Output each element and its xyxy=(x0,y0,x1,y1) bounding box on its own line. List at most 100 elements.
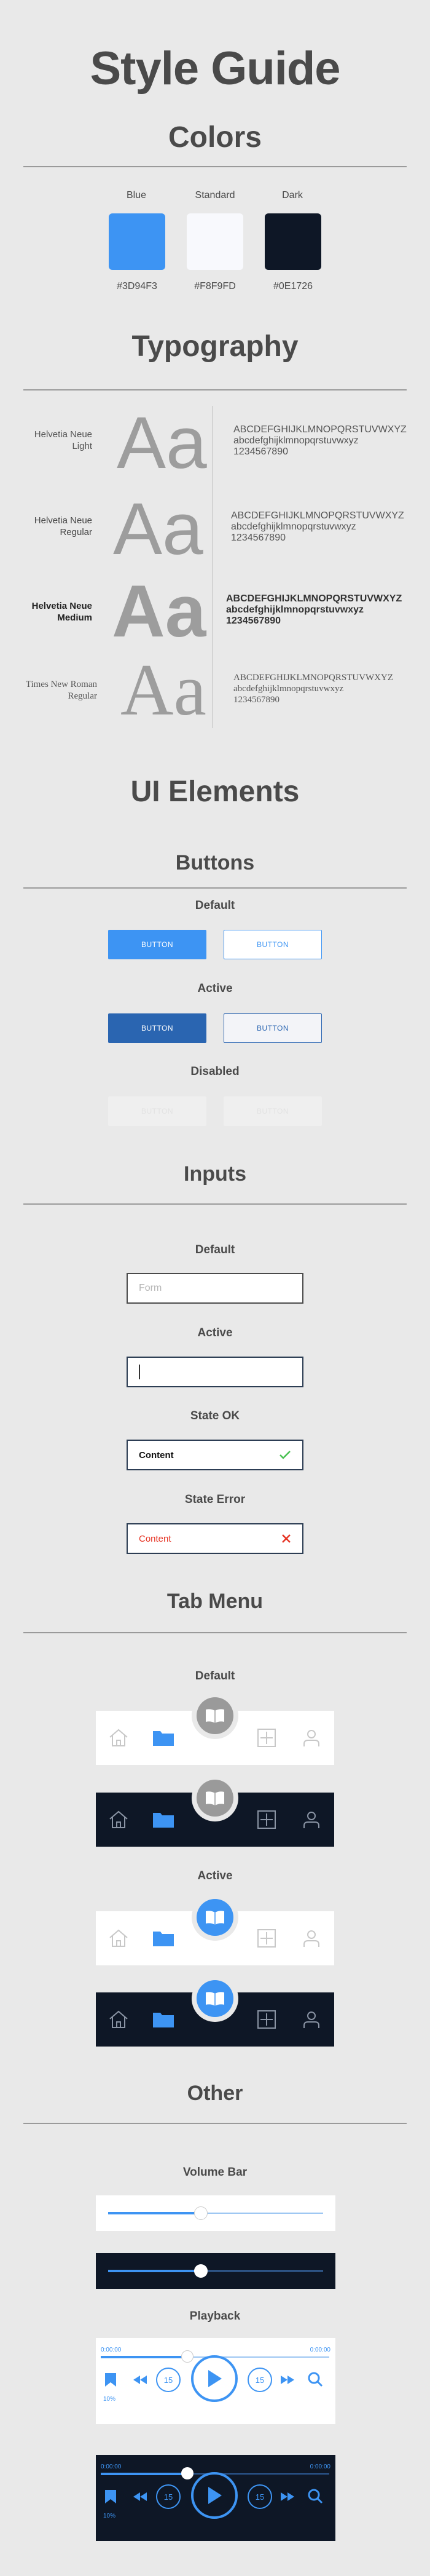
swatch-dark-label: Dark xyxy=(282,190,303,200)
tab-active-label: Active xyxy=(197,1869,233,1882)
input-active-label: Active xyxy=(197,1326,233,1339)
rewind-icon[interactable] xyxy=(133,2492,147,2502)
playback-label: Playback xyxy=(189,2310,241,2323)
form-input-error-value: Content xyxy=(139,1533,171,1544)
secondary-button-default[interactable]: BUTTON xyxy=(224,930,322,959)
form-input-placeholder: Form xyxy=(139,1283,162,1293)
user-icon[interactable] xyxy=(293,1920,330,1957)
font-chars-medium: ABCDEFGHIJKLMNOPQRSTUVWXYZ abcdefghijklm… xyxy=(226,593,402,626)
play-button[interactable] xyxy=(191,2472,238,2519)
home-icon[interactable] xyxy=(100,1719,137,1756)
font-name-medium: Helvetia Neue Medium xyxy=(31,601,92,623)
bookmark-icon[interactable] xyxy=(104,2489,117,2504)
plus-box-icon[interactable] xyxy=(248,1801,285,1838)
user-icon[interactable] xyxy=(293,2001,330,2038)
home-icon[interactable] xyxy=(100,2001,137,2038)
play-icon xyxy=(206,2486,223,2505)
rewind-icon[interactable] xyxy=(133,2375,147,2385)
book-icon[interactable] xyxy=(197,1697,233,1734)
volume-fill xyxy=(108,2212,201,2214)
primary-button-active[interactable]: BUTTON xyxy=(108,1013,206,1043)
colors-heading: Colors xyxy=(168,121,262,154)
font-name-light: Helvetia Neue Light xyxy=(34,429,92,451)
input-ok-label: State OK xyxy=(190,1409,240,1422)
bookmark-icon[interactable] xyxy=(104,2372,117,2387)
form-input-active[interactable] xyxy=(127,1357,303,1387)
skip-forward-button[interactable]: 15 xyxy=(248,2368,272,2392)
plus-box-icon[interactable] xyxy=(248,1719,285,1756)
book-icon[interactable] xyxy=(197,1899,233,1936)
progress-fill xyxy=(101,2356,188,2358)
swatch-dark-hex: #0E1726 xyxy=(273,281,313,291)
font-chars-times: ABCDEFGHIJKLMNOPQRSTUVWXYZ abcdefghijklm… xyxy=(233,673,394,705)
speed-label: 10% xyxy=(103,2396,116,2403)
time-start: 0:00:00 xyxy=(101,2463,122,2470)
font-sample-regular: Aa xyxy=(113,488,203,570)
home-icon[interactable] xyxy=(100,1920,137,1957)
volume-knob[interactable] xyxy=(194,2264,208,2278)
folder-icon[interactable] xyxy=(145,2001,182,2038)
volume-knob[interactable] xyxy=(194,2206,208,2220)
swatch-standard xyxy=(187,213,243,270)
plus-box-icon[interactable] xyxy=(248,1920,285,1957)
swatch-blue-hex: #3D94F3 xyxy=(117,281,157,291)
swatch-standard-label: Standard xyxy=(195,190,235,200)
progress-knob[interactable] xyxy=(181,2350,194,2363)
volume-bar-light xyxy=(96,2195,335,2231)
divider xyxy=(23,1203,407,1205)
divider xyxy=(23,887,407,889)
divider xyxy=(23,389,407,390)
volume-fill xyxy=(108,2270,201,2272)
form-input-default[interactable]: Form xyxy=(127,1273,303,1304)
close-icon xyxy=(281,1534,291,1544)
font-name-regular: Helvetia Neue Regular xyxy=(34,515,92,537)
ui-elements-heading: UI Elements xyxy=(130,775,300,808)
page-title: Style Guide xyxy=(90,42,340,95)
user-icon[interactable] xyxy=(293,1719,330,1756)
speed-label: 10% xyxy=(103,2513,116,2519)
plus-box-icon[interactable] xyxy=(248,2001,285,2038)
fast-forward-icon[interactable] xyxy=(280,2492,295,2502)
book-icon[interactable] xyxy=(197,1780,233,1817)
skip-forward-button[interactable]: 15 xyxy=(248,2484,272,2509)
search-icon[interactable] xyxy=(307,2488,323,2504)
form-input-error[interactable]: Content xyxy=(127,1523,303,1554)
skip-back-button[interactable]: 15 xyxy=(156,2368,181,2392)
font-sample-light: Aa xyxy=(117,402,207,484)
time-end: 0:00:00 xyxy=(310,2463,330,2470)
folder-icon[interactable] xyxy=(145,1801,182,1838)
skip-back-button[interactable]: 15 xyxy=(156,2484,181,2509)
play-icon xyxy=(206,2369,223,2388)
skip-forward-label: 15 xyxy=(255,2375,265,2385)
secondary-button-active[interactable]: BUTTON xyxy=(224,1013,322,1043)
fast-forward-icon[interactable] xyxy=(280,2375,295,2385)
play-button[interactable] xyxy=(191,2355,238,2402)
search-icon[interactable] xyxy=(307,2371,323,2387)
primary-button-default[interactable]: BUTTON xyxy=(108,930,206,959)
user-icon[interactable] xyxy=(293,1801,330,1838)
font-chars-light: ABCDEFGHIJKLMNOPQRSTUVWXYZ abcdefghijklm… xyxy=(233,424,407,457)
time-end: 0:00:00 xyxy=(310,2347,330,2353)
typography-heading: Typography xyxy=(131,330,299,363)
font-chars-regular: ABCDEFGHIJKLMNOPQRSTUVWXYZ abcdefghijklm… xyxy=(231,510,404,543)
swatch-dark xyxy=(265,213,321,270)
skip-back-label: 15 xyxy=(163,2375,173,2385)
home-icon[interactable] xyxy=(100,1801,137,1838)
input-error-label: State Error xyxy=(184,1493,246,1506)
divider xyxy=(23,2123,407,2124)
folder-icon[interactable] xyxy=(145,1920,182,1957)
input-default-label: Default xyxy=(195,1243,235,1256)
form-input-ok[interactable]: Content xyxy=(127,1440,303,1470)
inputs-heading: Inputs xyxy=(184,1162,246,1186)
folder-icon[interactable] xyxy=(145,1719,182,1756)
buttons-default-label: Default xyxy=(195,899,235,912)
progress-knob[interactable] xyxy=(181,2467,194,2479)
tab-center-ring xyxy=(192,1775,238,1821)
font-name-times: Times New Roman Regular xyxy=(25,680,97,701)
progress-fill xyxy=(101,2473,188,2475)
time-start: 0:00:00 xyxy=(101,2347,122,2353)
font-sample-medium: Aa xyxy=(112,570,206,652)
book-icon[interactable] xyxy=(197,1980,233,2017)
playback-dark: 0:00:00 0:00:00 10% 15 15 xyxy=(96,2455,335,2541)
other-heading: Other xyxy=(187,2082,243,2105)
